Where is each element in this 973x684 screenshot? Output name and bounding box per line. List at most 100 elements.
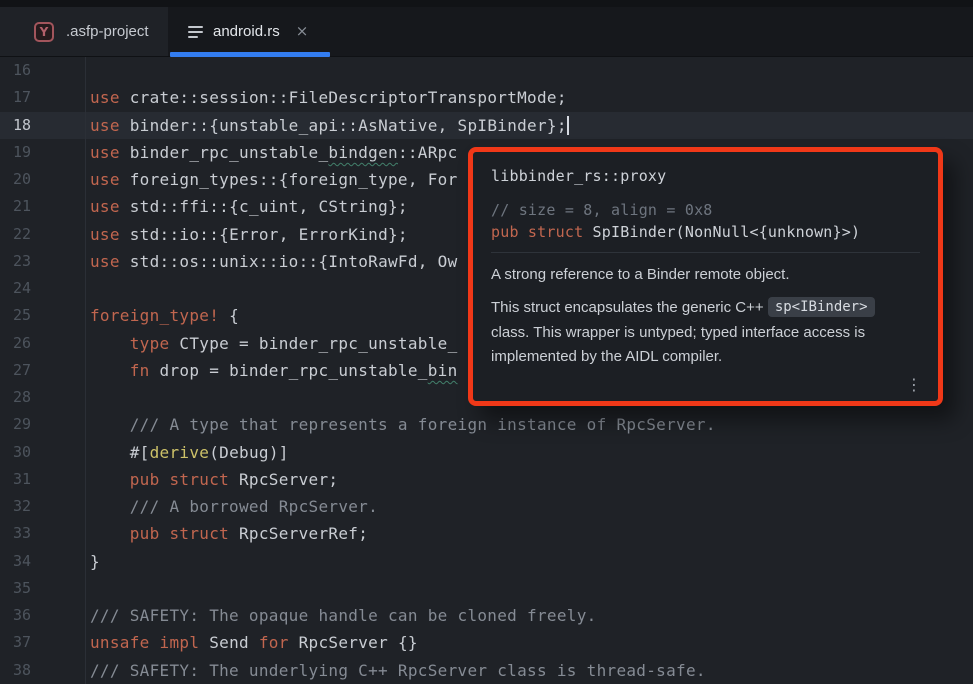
line-number: 29 [0,411,86,438]
code-token [90,470,130,489]
line-number: 17 [0,84,86,111]
code-text: unsafe impl Send for RpcServer {} [86,629,973,656]
line-number: 37 [0,629,86,656]
signature-token: SpIBinder(NonNull<{unknown}>) [583,223,860,241]
code-token: use [90,197,120,216]
code-token: binder::{unstable_api::AsNative, SpIBind… [120,116,567,135]
line-number: 26 [0,330,86,357]
code-token: std::os::unix::io::{IntoRawFd, Ow [120,252,458,271]
code-line-35[interactable]: 35 [0,575,973,602]
code-token: pub struct [130,470,229,489]
tab-android-rs[interactable]: android.rs × [168,7,332,56]
code-token: for [259,633,289,652]
code-token: { [219,306,239,325]
code-token: std::ffi::{c_uint, CString}; [120,197,408,216]
line-number: 38 [0,657,86,684]
code-line-37[interactable]: 37unsafe impl Send for RpcServer {} [0,629,973,656]
popup-module-path: libbinder_rs::proxy [491,165,920,187]
code-token: use [90,116,120,135]
editor-window: Y .asfp-project android.rs × 1617use cra… [0,0,973,684]
code-token: } [90,552,100,571]
line-number: 23 [0,248,86,275]
code-token: use [90,170,120,189]
code-token: drop = binder_rpc_unstable_ [150,361,428,380]
code-editor[interactable]: 1617use crate::session::FileDescriptorTr… [0,57,973,684]
line-number: 35 [0,575,86,602]
code-token: RpcServer {} [289,633,418,652]
hover-doc-content: libbinder_rs::proxy // size = 8, align =… [473,152,938,401]
popup-description-2: This struct encapsulates the generic C++… [491,296,920,370]
code-token: bin [428,361,458,380]
code-token: derive [150,443,210,462]
file-tab-label: android.rs [213,23,280,40]
signature-token: pub struct [491,223,583,241]
code-token: ::ARpc [398,143,458,162]
code-line-34[interactable]: 34} [0,548,973,575]
code-line-17[interactable]: 17use crate::session::FileDescriptorTran… [0,84,973,111]
code-token: bindgen [328,143,398,162]
code-token: (Debug)] [209,443,288,462]
line-number: 30 [0,439,86,466]
code-token: CType = binder_rpc_unstable_ [169,334,457,353]
text-run: class. This wrapper is untyped; typed in… [491,324,865,366]
code-line-38[interactable]: 38/// SAFETY: The underlying C++ RpcServ… [0,657,973,684]
code-line-36[interactable]: 36/// SAFETY: The opaque handle can be c… [0,602,973,629]
popup-description-1: A strong reference to a Binder remote ob… [491,263,920,287]
popup-signature: pub struct SpIBinder(NonNull<{unknown}>) [491,221,920,243]
code-token: /// SAFETY: The opaque handle can be clo… [90,606,597,625]
inline-code-chip: sp<IBinder> [768,297,875,317]
code-token: crate::session::FileDescriptorTransportM… [120,88,567,107]
code-text: #[derive(Debug)] [86,439,973,466]
code-token: RpcServer; [229,470,338,489]
line-number: 22 [0,221,86,248]
code-token [90,334,130,353]
code-text: /// SAFETY: The underlying C++ RpcServer… [86,657,973,684]
code-token: use [90,143,120,162]
line-number: 31 [0,466,86,493]
text-run: This struct encapsulates the generic C++ [491,299,768,316]
code-line-18[interactable]: 18use binder::{unstable_api::AsNative, S… [0,112,973,139]
code-line-29[interactable]: 29 /// A type that represents a foreign … [0,411,973,438]
code-token: pub struct [130,524,229,543]
line-number: 32 [0,493,86,520]
code-text [86,575,973,602]
line-number: 24 [0,275,86,302]
tab-close-button[interactable]: × [296,24,309,39]
code-line-32[interactable]: 32 /// A borrowed RpcServer. [0,493,973,520]
code-text [86,57,973,84]
project-tab-label: .asfp-project [66,23,149,40]
popup-signature-block: // size = 8, align = 0x8 pub struct SpIB… [491,199,920,243]
code-token: use [90,88,120,107]
more-options-button[interactable]: ⋮ [902,375,926,395]
code-text: /// A borrowed RpcServer. [86,493,973,520]
code-token: std::io::{Error, ErrorKind}; [120,225,408,244]
code-token: fn [130,361,150,380]
project-tab[interactable]: Y .asfp-project [0,7,168,56]
line-number: 28 [0,384,86,411]
code-line-16[interactable]: 16 [0,57,973,84]
code-text: pub struct RpcServerRef; [86,520,973,547]
project-logo-icon: Y [34,22,54,42]
code-text: /// SAFETY: The opaque handle can be clo… [86,602,973,629]
hover-doc-popup: libbinder_rs::proxy // size = 8, align =… [468,147,943,406]
file-lines-icon [188,26,203,38]
code-token [90,361,130,380]
code-token: RpcServerRef; [229,524,368,543]
code-line-31[interactable]: 31 pub struct RpcServer; [0,466,973,493]
line-number: 19 [0,139,86,166]
line-number: 16 [0,57,86,84]
vertical-ellipsis-icon: ⋮ [906,375,922,394]
popup-divider [491,252,920,253]
code-line-30[interactable]: 30 #[derive(Debug)] [0,439,973,466]
line-number: 36 [0,602,86,629]
code-text: } [86,548,973,575]
code-text: use crate::session::FileDescriptorTransp… [86,84,973,111]
line-number: 21 [0,193,86,220]
code-token: foreign_type! [90,306,219,325]
code-line-33[interactable]: 33 pub struct RpcServerRef; [0,520,973,547]
code-token: use [90,252,120,271]
code-token: type [130,334,170,353]
text-cursor [567,116,569,135]
code-text: use binder::{unstable_api::AsNative, SpI… [86,112,973,139]
code-token: #[ [90,443,150,462]
